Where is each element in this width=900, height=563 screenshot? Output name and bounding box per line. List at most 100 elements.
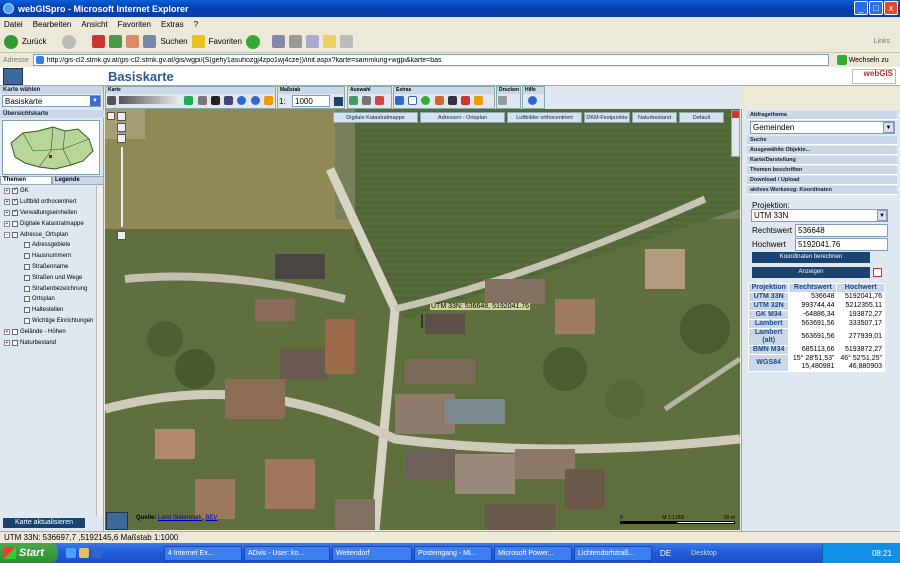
layer-checkbox[interactable] (12, 220, 18, 227)
layer-checkbox[interactable] (12, 328, 18, 335)
identify-icon[interactable] (250, 96, 260, 105)
go-button[interactable]: Wechseln zu (849, 57, 889, 64)
back-view-icon[interactable] (210, 96, 220, 105)
layer-row[interactable]: + Luftbild orthocentriert (0, 197, 104, 208)
quicklaunch-ie-icon[interactable] (66, 548, 76, 558)
update-map-button[interactable]: Karte aktualisieren (3, 518, 85, 528)
projektion-select[interactable]: UTM 33N ▼ (751, 209, 888, 222)
layer-checkbox[interactable] (12, 186, 18, 195)
close-panel-icon[interactable] (732, 111, 739, 118)
redline-icon[interactable] (461, 96, 471, 105)
refresh-icon[interactable] (109, 35, 123, 48)
section-darstellung[interactable]: Karte/Darstellung (747, 156, 897, 165)
language-indicator[interactable]: DE (660, 549, 671, 558)
show-button[interactable]: Anzeigen (752, 267, 870, 278)
taskbar-item[interactable]: Microsoft Power... (494, 545, 572, 561)
map-button-kataster[interactable]: Digitale Katastralmappe (333, 112, 418, 123)
coordinates-icon[interactable] (408, 96, 418, 105)
zoom-control[interactable] (117, 112, 127, 252)
maximize-button[interactable]: □ (869, 1, 883, 15)
full-extent-icon[interactable] (224, 96, 234, 105)
tab-themen[interactable]: Themen (0, 176, 52, 185)
select-icon[interactable] (349, 96, 358, 105)
back-button[interactable]: Zurück (22, 37, 46, 46)
search-button[interactable]: Suchen (160, 37, 187, 46)
layer-checkbox[interactable] (12, 231, 18, 238)
layer-row[interactable]: Adressgebiete (0, 240, 104, 251)
map-button-adressen[interactable]: Adressen - Ortsplan (420, 112, 505, 123)
clock[interactable]: 08:21 (872, 549, 892, 558)
section-suche[interactable]: Suche (747, 136, 897, 145)
remove-marker-icon[interactable] (873, 268, 882, 277)
back-arrow-icon[interactable] (4, 34, 18, 49)
expand-icon[interactable]: + (4, 220, 10, 227)
menu-help[interactable]: ? (190, 20, 204, 29)
globe-icon[interactable] (421, 96, 431, 105)
section-koordinaten[interactable]: aktives Werkzeug: Koordinaten (747, 186, 897, 195)
quicklaunch-folder-icon[interactable] (79, 548, 89, 558)
layer-checkbox[interactable] (24, 317, 30, 324)
menu-datei[interactable]: Datei (0, 20, 29, 29)
section-beschriften[interactable]: Themen beschriften (747, 166, 897, 175)
zoom-minus-icon[interactable] (117, 231, 126, 240)
layer-row[interactable]: Wichtige Einrichtungen (0, 316, 104, 327)
home-icon[interactable] (126, 35, 140, 48)
layer-row[interactable]: + GK (0, 186, 104, 197)
layer-row[interactable]: + Verwaltungseinheiten (0, 208, 104, 219)
print-icon[interactable] (288, 35, 302, 48)
section-ausgewaehlte[interactable]: Ausgewählte Objekte... (747, 146, 897, 155)
measure-icon[interactable] (395, 96, 404, 105)
mail-icon[interactable] (271, 35, 285, 48)
hochwert-input[interactable]: 5192041.76 (795, 238, 888, 251)
help-icon[interactable] (528, 96, 537, 105)
abfragethema-select[interactable]: Gemeinden ▼ (750, 121, 895, 134)
house-icon[interactable] (434, 96, 444, 105)
layer-checkbox[interactable] (24, 285, 30, 292)
stop-icon[interactable] (92, 35, 106, 48)
address-input[interactable]: http://gis-cl2.stmk.gv.at/gis-cl2.stmk.g… (32, 54, 829, 66)
map-select[interactable]: Basiskarte ▼ (2, 95, 101, 107)
expand-icon[interactable]: + (4, 339, 10, 346)
go-arrow-icon[interactable] (836, 55, 847, 65)
zoom-plus-icon[interactable] (117, 134, 126, 143)
layer-row[interactable]: + Naturbestand (0, 337, 104, 348)
layer-checkbox[interactable] (24, 242, 30, 249)
zoom-slider-track[interactable] (121, 147, 123, 227)
search-icon[interactable] (143, 35, 157, 48)
print-map-icon[interactable] (498, 96, 507, 105)
layer-checkbox[interactable] (12, 197, 18, 206)
layer-tree-scrollbar[interactable] (96, 186, 103, 516)
expand-icon[interactable]: + (4, 188, 10, 195)
close-button[interactable]: x (884, 1, 898, 15)
expand-icon[interactable]: + (4, 199, 10, 206)
layer-row[interactable]: Straßenname (0, 262, 104, 273)
edit-icon[interactable] (305, 35, 319, 48)
map-button-naturbestand[interactable]: Naturbestand (632, 112, 677, 123)
favorites-star-icon[interactable] (191, 35, 205, 48)
collapse-icon[interactable]: - (4, 231, 10, 238)
source-link-bev[interactable]: BEV (205, 515, 217, 521)
forward-arrow-icon[interactable] (62, 34, 77, 49)
taskbar-item[interactable]: 4 Internet Ex... (164, 545, 242, 561)
menu-favoriten[interactable]: Favoriten (114, 20, 157, 29)
layer-row[interactable]: + Gelände - Höhen (0, 326, 104, 337)
overview-map[interactable] (2, 120, 100, 175)
zoom-box-icon[interactable] (117, 112, 126, 121)
expand-icon[interactable]: + (4, 209, 10, 216)
export-icon[interactable] (474, 96, 484, 105)
tab-legende[interactable]: Legende (52, 176, 104, 185)
layer-checkbox[interactable] (12, 339, 18, 346)
layer-checkbox[interactable] (24, 274, 30, 281)
zoom-slider[interactable] (119, 96, 182, 104)
expand-icon[interactable]: + (4, 328, 10, 335)
layer-row[interactable]: Straßenbezeichnung (0, 283, 104, 294)
layer-checkbox[interactable] (12, 208, 18, 216)
chevron-down-icon[interactable]: ▼ (90, 96, 100, 106)
taskbar-item[interactable]: ADvis - User: ko... (244, 545, 330, 561)
map-button-default[interactable]: Default (679, 112, 724, 123)
map-button-luftbilder[interactable]: Luftbilder orthocentriert (507, 112, 582, 123)
map-tool-icon[interactable] (107, 112, 115, 120)
pencil-icon[interactable] (447, 96, 457, 105)
messenger-icon[interactable] (339, 35, 353, 48)
refresh-map-icon[interactable] (263, 96, 273, 105)
